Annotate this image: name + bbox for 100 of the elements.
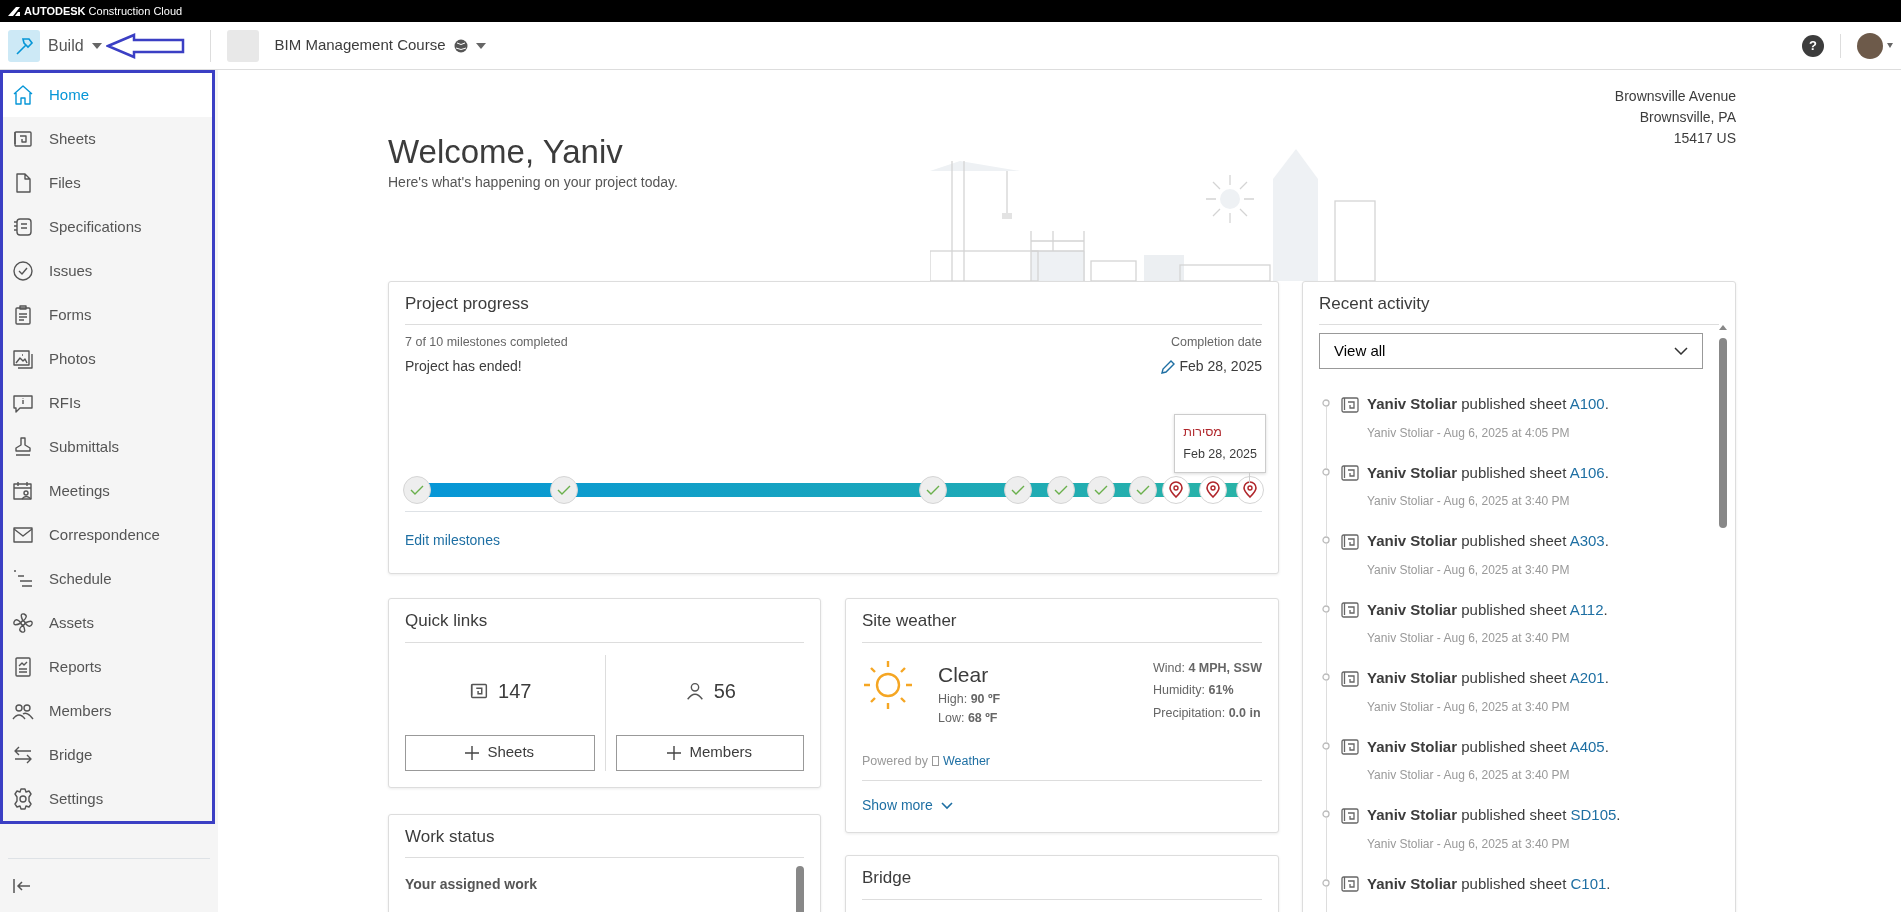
avatar[interactable] [1857,32,1883,59]
sheet-link[interactable]: A201 [1569,669,1605,687]
card-title: Site weather [862,599,1262,643]
sidebar-item[interactable]: Forms [3,293,212,337]
sidebar-item[interactable]: Sheets [3,117,212,161]
timeline-dot [1322,536,1330,545]
card-title: Quick links [405,599,804,643]
sidebar-item[interactable]: Specifications [3,205,212,249]
module-dropdown[interactable]: Build [48,33,102,58]
activity-text: Yaniv Stoliar published sheet A112. [1367,599,1608,620]
sidebar-item[interactable]: Submittals [3,425,212,469]
sheet-link[interactable]: A303 [1569,532,1605,550]
chevron-down-icon [940,801,953,810]
activity-text: Yaniv Stoliar published sheet SD105. [1367,805,1621,826]
welcome-subtitle: Here's what's happening on your project today. [388,172,679,192]
activity-text: Yaniv Stoliar published sheet A106. [1367,462,1609,483]
document-list-icon [11,215,35,239]
photo-icon [11,347,35,371]
activity-meta: Yaniv Stoliar - Aug 6, 2025 at 3:40 PM [1367,698,1571,716]
sheet-icon [1341,807,1359,824]
home-icon [11,83,35,107]
activity-text: Yaniv Stoliar published sheet C101. [1367,873,1611,894]
logo-icon [8,6,20,16]
caret-icon [1887,43,1893,48]
timeline-dot [1322,467,1330,476]
scroll-up-icon[interactable] [1719,325,1727,331]
fan-icon [11,611,35,635]
sheet-icon [1341,670,1359,687]
plus-icon [465,745,480,760]
weather-detail: Precipitation: 0.0 in [1152,705,1262,723]
sidebar-item[interactable]: Bridge [3,733,212,777]
sidebar-item[interactable]: Photos [3,337,212,381]
timeline-dot [1322,604,1330,613]
sidebar-item[interactable]: Settings [3,777,212,821]
sheet-icon [1341,465,1359,482]
hammer-icon[interactable] [8,29,40,62]
activity-text: Yaniv Stoliar published sheet A201. [1367,668,1609,689]
sidebar-item[interactable]: Files [3,161,212,205]
welcome-heading: Welcome, Yaniv [388,132,624,172]
project-status: Project has ended! [405,357,523,377]
card-title: Bridge [862,856,1262,900]
activity-meta: Yaniv Stoliar - Aug 6, 2025 at 3:40 PM [1367,561,1571,579]
caret-icon [91,42,102,49]
sidebar-item[interactable]: Issues [3,249,212,293]
sidebar-item[interactable]: Correspondence [3,513,212,557]
sheet-icon [1341,876,1359,893]
pencil-icon[interactable] [1161,359,1176,374]
calendar-people-icon [11,479,35,503]
address-line: 15417 US [1672,129,1736,148]
show-more-link[interactable]: Show more [862,795,953,817]
sheet-link[interactable]: A106 [1569,463,1605,481]
sheet-icon [1341,396,1359,413]
activity-meta: Yaniv Stoliar - Aug 6, 2025 at 3:40 PM [1367,767,1571,785]
count: 147 [498,678,532,704]
activity-meta: Yaniv Stoliar - Aug 6, 2025 at 3:40 PM [1367,835,1571,853]
activity-text: Yaniv Stoliar published sheet A100. [1367,394,1609,415]
card-title: Project progress [405,282,1262,326]
sheet-icon [1341,602,1359,619]
weather-logo-icon [932,755,939,766]
completion-label: Completion date [1169,334,1262,352]
add-button[interactable]: Sheets [405,734,595,771]
sidebar-item[interactable]: Reports [3,645,212,689]
check-circle-icon [11,259,35,283]
sun-icon [862,658,914,711]
temperature-text: Low: 68 ºF [938,709,999,727]
globe-icon [453,38,468,53]
activity-text: Yaniv Stoliar published sheet A303. [1367,531,1609,552]
filter-dropdown[interactable]: View all [1319,333,1703,370]
scrollbar[interactable] [1719,338,1727,529]
sheet-link[interactable]: A100 [1569,395,1605,413]
activity-meta: Yaniv Stoliar - Aug 6, 2025 at 3:40 PM [1367,493,1571,511]
milestone-count: 7 of 10 milestones completed [405,334,568,352]
weather-detail: Humidity: 61% [1152,682,1235,700]
add-button[interactable]: Members [615,734,804,771]
weather-link[interactable]: Weather [943,751,991,771]
sheet-link[interactable]: A405 [1569,737,1605,755]
card-title: Recent activity [1319,282,1719,326]
sheet-link[interactable]: A112 [1569,600,1604,618]
weather-condition: Clear [938,661,990,688]
plus-icon [667,745,682,760]
sidebar-item[interactable]: Members [3,689,212,733]
sidebar-item[interactable]: Schedule [3,557,212,601]
sheet-icon [1341,533,1359,550]
help-button[interactable]: ? [1802,34,1824,57]
edit-milestones-link[interactable]: Edit milestones [405,532,500,549]
project-dropdown[interactable]: BIM Management Course [274,34,486,57]
sidebar-item[interactable]: RFIs [3,381,212,425]
sheet-icon [1341,739,1359,756]
card-title: Work status [405,814,804,858]
timeline-dot [1322,741,1330,750]
activity-meta: Yaniv Stoliar - Aug 6, 2025 at 3:40 PM [1367,630,1571,648]
chevron-down-icon [1674,347,1688,356]
section-heading: Your assigned work [405,874,537,894]
sidebar-item[interactable]: Meetings [3,469,212,513]
caret-icon [475,42,486,49]
address-line: Brownsville, PA [1638,108,1736,127]
scrollbar[interactable] [796,865,804,912]
sidebar-item[interactable]: Assets [3,601,212,645]
powered-by-text: Powered by [862,752,928,770]
collapse-icon[interactable] [12,878,32,895]
